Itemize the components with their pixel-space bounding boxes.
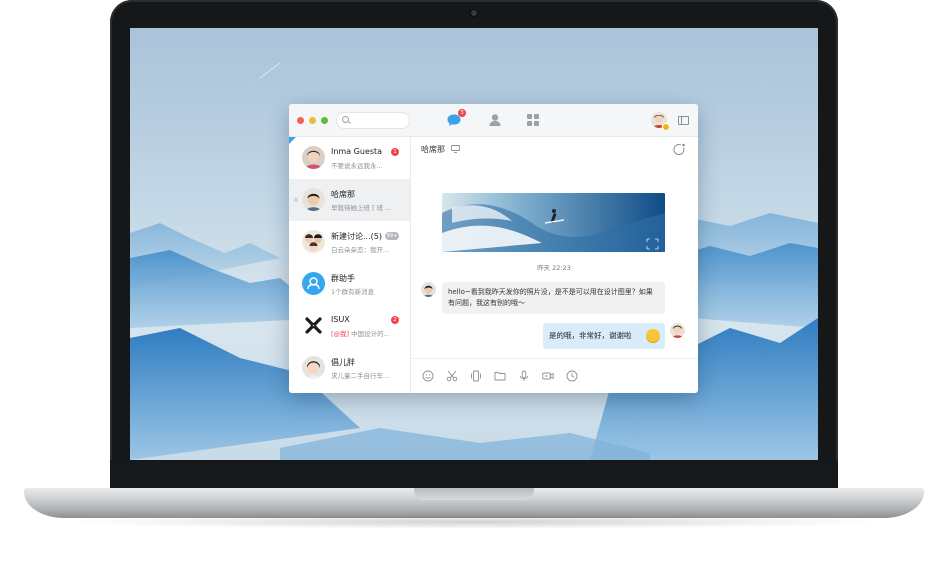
- shake-icon[interactable]: [470, 370, 482, 382]
- history-icon[interactable]: [566, 370, 578, 382]
- desktop-screen: 3 Inma Guesta 不要说永远我永... 1 × 哈席那 早就待她上班 …: [130, 28, 818, 460]
- status-indicator: [662, 123, 670, 131]
- maximize-window-button[interactable]: [321, 117, 328, 124]
- sidebar-toggle-icon[interactable]: [678, 116, 689, 125]
- laptop-lid: 3 Inma Guesta 不要说永远我永... 1 × 哈席那 早就待她上班 …: [110, 0, 838, 490]
- conversation-item[interactable]: 新建讨论...(5) 白云朵朵恋：我开... 99+: [289, 221, 410, 263]
- conversation-preview: [@我] 中国设计的...: [331, 328, 401, 338]
- shared-photo[interactable]: [442, 193, 665, 252]
- lid-opening-notch: [414, 488, 534, 500]
- screen-bottom-bezel: [110, 460, 838, 490]
- conversation-preview: 1个群有新消息: [331, 288, 375, 296]
- microphone-icon[interactable]: [518, 370, 530, 382]
- conversation-name: 新建讨论...(5): [331, 232, 382, 241]
- conversation-item[interactable]: 倡儿胖 求儿童二手自行车...: [289, 347, 410, 389]
- message-timestamp: 昨天 22:23: [537, 264, 571, 272]
- group-assistant-icon: [302, 272, 325, 295]
- conversation-name: ISUX: [331, 315, 350, 324]
- unread-badge: 99+: [385, 232, 399, 240]
- emoji-icon[interactable]: [422, 370, 434, 382]
- outgoing-message-bubble: 是的哦，非常好，谢谢啦: [543, 323, 665, 349]
- search-input[interactable]: [351, 114, 409, 128]
- titlebar: 3: [289, 104, 698, 137]
- laptop-base: [24, 488, 924, 518]
- search-box[interactable]: [336, 112, 410, 129]
- chat-title: 哈席那: [421, 145, 445, 154]
- close-window-button[interactable]: [297, 117, 304, 124]
- conversation-name: 群助手: [331, 274, 355, 283]
- conversation-item[interactable]: 群助手 1个群有新消息: [289, 263, 410, 305]
- video-icon[interactable]: [542, 370, 554, 382]
- unread-badge: 2: [391, 316, 399, 324]
- conversation-list: Inma Guesta 不要说永远我永... 1 × 哈席那 早就待她上班 [ …: [289, 137, 411, 393]
- laptop-shadow: [60, 515, 890, 529]
- chat-options-icon[interactable]: [673, 143, 686, 156]
- conversation-name: 倡儿胖: [331, 358, 355, 367]
- minimize-window-button[interactable]: [309, 117, 316, 124]
- message-input-toolbar: [411, 358, 698, 393]
- conversation-name: Inma Guesta: [331, 147, 383, 156]
- monitor-icon: [451, 145, 460, 153]
- conversation-item[interactable]: Inma Guesta 不要说永远我永... 1: [289, 137, 410, 179]
- conversation-preview: 白云朵朵恋：我开...: [331, 246, 390, 254]
- conversation-preview: 求儿童二手自行车...: [331, 372, 390, 380]
- folder-icon[interactable]: [494, 370, 506, 382]
- isux-logo-icon: [302, 314, 325, 337]
- search-icon: [342, 116, 349, 123]
- avatar: [302, 188, 325, 211]
- contacts-icon[interactable]: [487, 112, 503, 128]
- close-icon[interactable]: ×: [293, 196, 299, 204]
- conversation-preview-text: 中国设计的...: [349, 330, 390, 338]
- scissors-icon[interactable]: [446, 370, 458, 382]
- chat-app-window: 3 Inma Guesta 不要说永远我永... 1 × 哈席那 早就待她上班 …: [289, 104, 698, 393]
- conversation-preview: 早就待她上班 [ 班 ...: [331, 204, 392, 212]
- mention-tag: [@我]: [331, 330, 350, 338]
- conversation-item[interactable]: ISUX [@我] 中国设计的... 2: [289, 305, 410, 347]
- unread-badge: 1: [391, 148, 399, 156]
- avatar: [302, 356, 325, 379]
- group-avatar: [302, 230, 325, 253]
- chat-badge: 3: [458, 109, 466, 117]
- sender-avatar[interactable]: [421, 282, 436, 297]
- incoming-message-bubble: hello~看到我昨天发你的照片没，是不是可以用在设计图里？如果有问题，我这有别…: [442, 282, 665, 314]
- conversation-name: 哈席那: [331, 190, 355, 199]
- camera-icon: [471, 10, 477, 16]
- conversation-item-active[interactable]: × 哈席那 早就待她上班 [ 班 ...: [289, 179, 410, 221]
- smile-emoji-icon: [646, 329, 660, 343]
- apps-grid-icon[interactable]: [525, 112, 541, 128]
- avatar: [302, 146, 325, 169]
- outgoing-message-text: 是的哦，非常好，谢谢啦: [549, 331, 632, 340]
- conversation-preview: 不要说永远我永...: [331, 162, 383, 170]
- my-avatar[interactable]: [670, 323, 685, 338]
